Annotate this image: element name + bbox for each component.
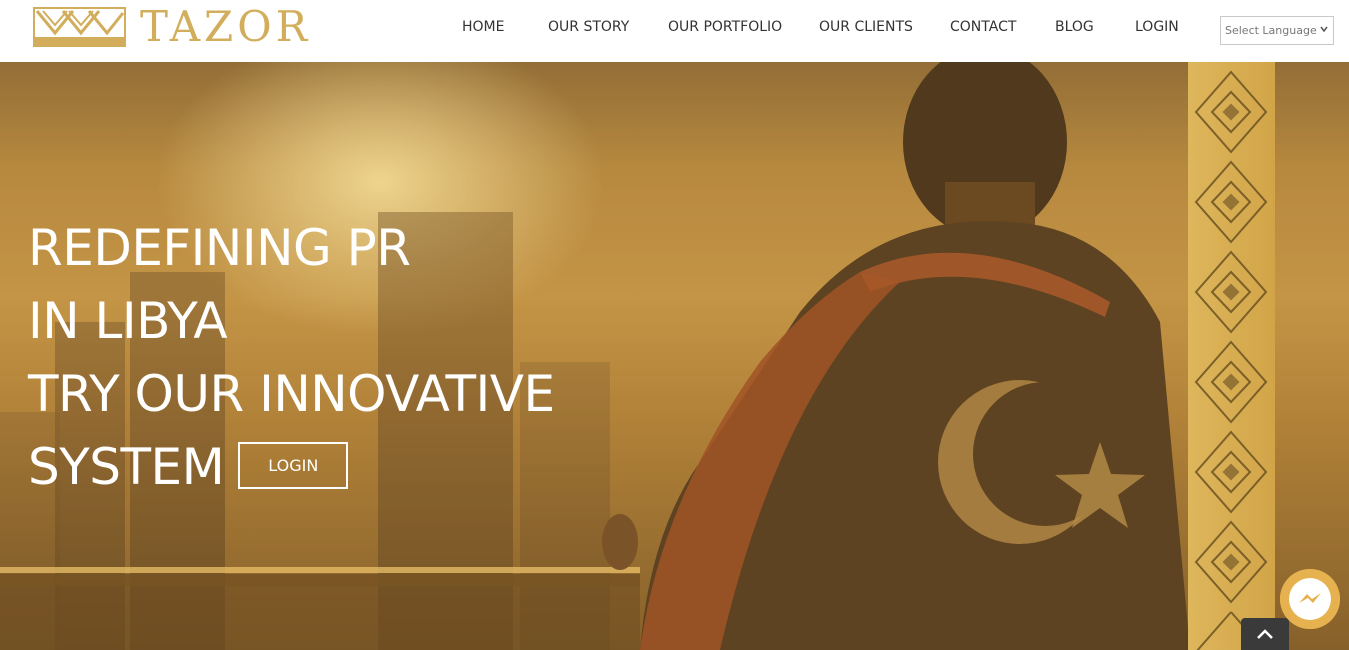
nav-our-portfolio[interactable]: OUR PORTFOLIO [668, 19, 782, 35]
scroll-to-top-button[interactable] [1241, 618, 1289, 650]
hero-login-button[interactable]: LOGIN [238, 442, 349, 489]
logo-mark-icon [33, 7, 126, 47]
hero-line-1: REDEFINING PR [28, 219, 411, 277]
hero-banner: REDEFINING PR IN LIBYA TRY OUR INNOVATIV… [0, 62, 1349, 650]
messenger-icon [1280, 569, 1340, 629]
nav-home[interactable]: HOME [462, 19, 504, 35]
chevron-up-icon [1257, 629, 1273, 639]
site-header: TAZOR HOME OUR STORY OUR PORTFOLIO OUR C… [0, 0, 1349, 62]
language-select[interactable]: Select Language [1220, 16, 1334, 45]
nav-contact[interactable]: CONTACT [950, 19, 1016, 35]
language-select-value: Select Language [1225, 24, 1317, 37]
chevron-down-icon [1320, 26, 1328, 33]
hero-line-4-row: SYSTEM LOGIN [28, 431, 555, 504]
nav-our-story[interactable]: OUR STORY [548, 19, 629, 35]
nav-login[interactable]: LOGIN [1135, 19, 1179, 35]
hero-line-3: TRY OUR INNOVATIVE [28, 365, 555, 423]
hero-headline: REDEFINING PR IN LIBYA TRY OUR INNOVATIV… [28, 212, 555, 504]
nav-blog[interactable]: BLOG [1055, 19, 1094, 35]
hero-line-2: IN LIBYA [28, 292, 228, 350]
logo[interactable]: TAZOR [33, 6, 311, 48]
messenger-chat-button[interactable] [1280, 569, 1340, 629]
logo-wordmark: TAZOR [140, 2, 312, 51]
nav-our-clients[interactable]: OUR CLIENTS [819, 19, 913, 35]
hero-line-4: SYSTEM [28, 438, 225, 496]
